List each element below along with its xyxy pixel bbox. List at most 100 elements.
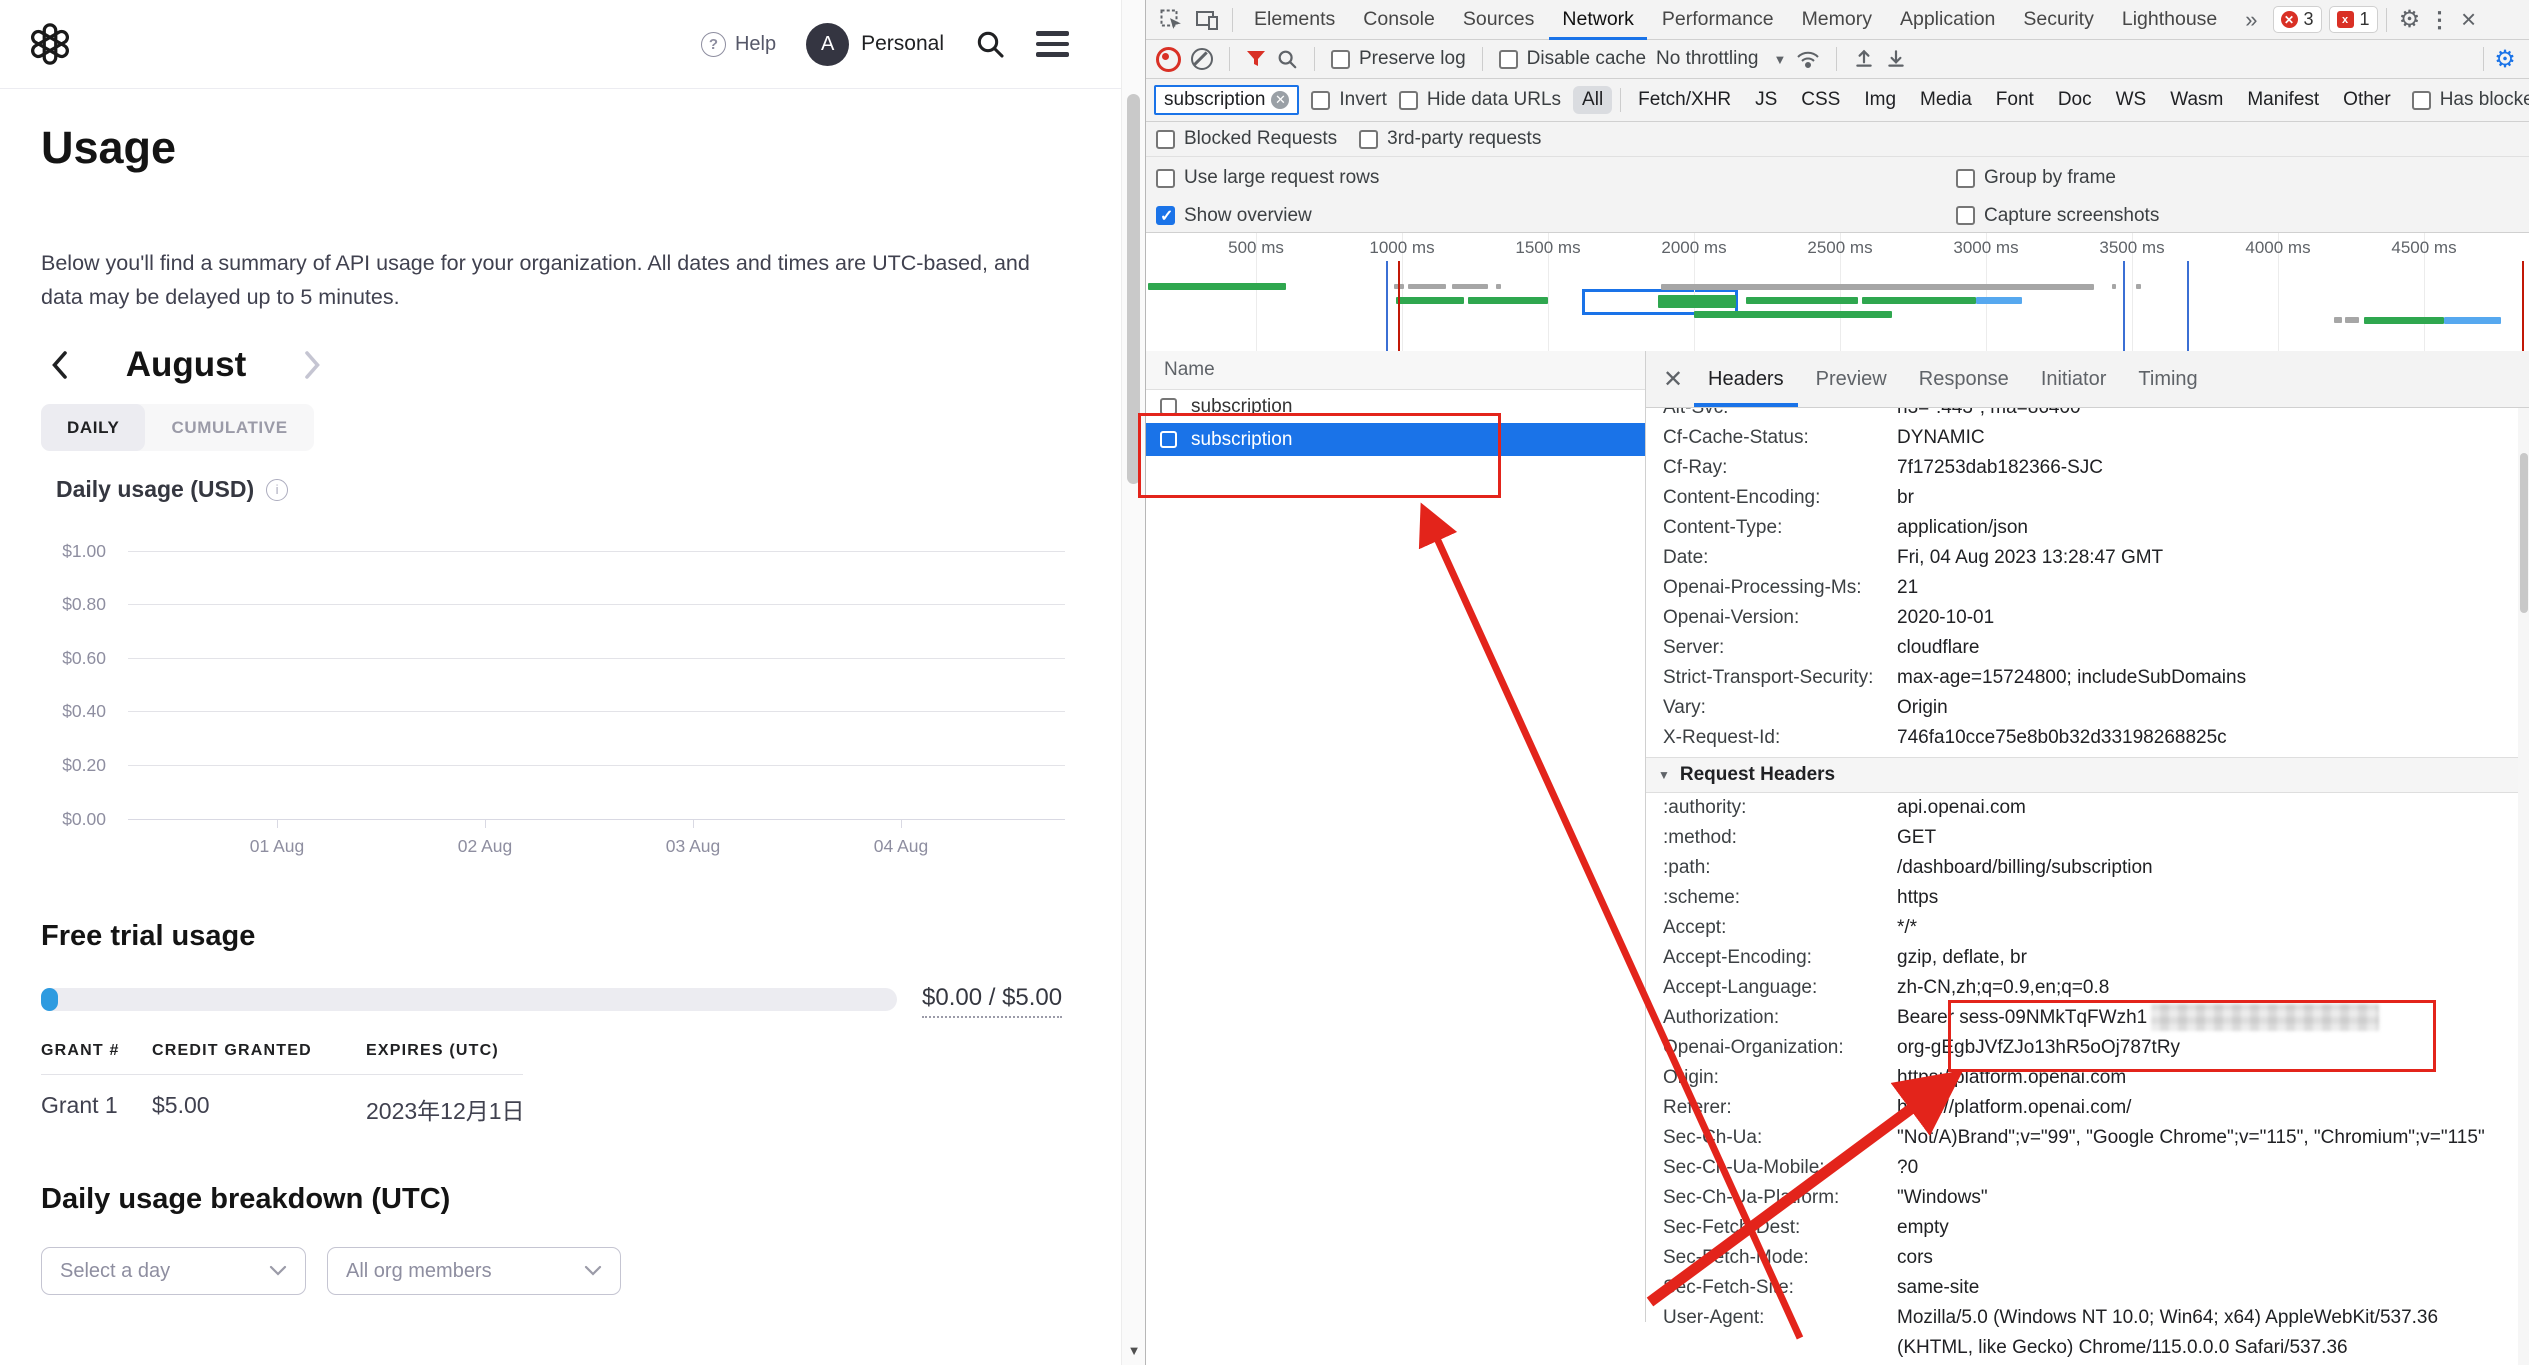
tab-initiator[interactable]: Initiator — [2027, 351, 2121, 407]
free-trial-usage-text: $0.00 / $5.00 — [922, 984, 1062, 1018]
request-row-selected[interactable]: subscription — [1146, 423, 1645, 456]
next-month-icon[interactable] — [295, 347, 331, 383]
close-details-icon[interactable]: ✕ — [1656, 362, 1690, 396]
hide-data-urls-checkbox[interactable]: Hide data URLs — [1399, 89, 1561, 111]
org-members-select[interactable]: All org members — [327, 1247, 621, 1295]
tab-timing[interactable]: Timing — [2124, 351, 2211, 407]
capture-screenshots-checkbox[interactable]: Capture screenshots — [1956, 205, 2159, 227]
chip-media[interactable]: Media — [1911, 86, 1981, 114]
close-devtools-icon[interactable]: × — [2455, 4, 2483, 35]
tab-performance[interactable]: Performance — [1649, 0, 1787, 40]
prev-month-icon[interactable] — [41, 347, 77, 383]
tab-security[interactable]: Security — [2010, 0, 2106, 40]
page-scrollbar[interactable]: ▼ — [1121, 0, 1146, 1365]
disable-cache-checkbox[interactable]: Disable cache — [1499, 48, 1646, 70]
tab-headers[interactable]: Headers — [1694, 351, 1798, 407]
has-blocked-cookies-checkbox[interactable]: Has blocked cookies — [2412, 89, 2529, 111]
tab-application[interactable]: Application — [1887, 0, 2008, 40]
network-settings-gear-icon[interactable]: ⚙ — [2490, 45, 2520, 74]
scrollbar-down-icon[interactable]: ▼ — [1122, 1335, 1146, 1365]
chip-font[interactable]: Font — [1987, 86, 2043, 114]
record-icon[interactable] — [1156, 47, 1181, 72]
settings-gear-icon[interactable]: ⚙ — [2395, 5, 2425, 34]
headers-content[interactable]: Alt-Svc:h3=":443"; ma=86400Cf-Cache-Stat… — [1646, 408, 2529, 1365]
overview-tick: 3000 ms — [1941, 238, 2031, 258]
page-intro: Below you'll find a summary of API usage… — [41, 246, 1051, 314]
tab-sources[interactable]: Sources — [1450, 0, 1548, 40]
waterfall-bar — [1396, 297, 1464, 304]
chip-fetch-xhr[interactable]: Fetch/XHR — [1629, 86, 1740, 114]
third-party-checkbox[interactable]: 3rd-party requests — [1359, 128, 1541, 150]
help-button[interactable]: ? Help — [701, 32, 776, 57]
tab-elements[interactable]: Elements — [1241, 0, 1348, 40]
header-row: Accept-Encoding:gzip, deflate, br — [1646, 943, 2529, 973]
chip-js[interactable]: JS — [1746, 86, 1786, 114]
tab-console[interactable]: Console — [1350, 0, 1448, 40]
filter-input[interactable]: subscription ✕ — [1154, 85, 1299, 115]
tab-daily[interactable]: DAILY — [41, 404, 145, 451]
chevron-down-icon — [269, 1265, 287, 1277]
devtools-tabbar: Elements Console Sources Network Perform… — [1146, 0, 2529, 40]
chip-wasm[interactable]: Wasm — [2161, 86, 2232, 114]
chip-manifest[interactable]: Manifest — [2238, 86, 2328, 114]
waterfall-bar — [2334, 317, 2342, 323]
header-row: Referer:https://platform.openai.com/ — [1646, 1093, 2529, 1123]
chip-other[interactable]: Other — [2334, 86, 2400, 114]
waterfall-bar — [2136, 284, 2141, 289]
large-rows-checkbox[interactable]: Use large request rows — [1156, 167, 1379, 189]
clear-icon[interactable] — [1191, 48, 1213, 70]
row-checkbox[interactable] — [1160, 431, 1177, 448]
export-har-icon[interactable] — [1885, 48, 1907, 70]
chip-css[interactable]: CSS — [1792, 86, 1849, 114]
scrollbar-thumb[interactable] — [1127, 94, 1140, 484]
chip-all[interactable]: All — [1573, 86, 1612, 114]
search-icon[interactable] — [974, 28, 1006, 60]
throttling-select[interactable]: No throttling ▼ — [1656, 48, 1786, 70]
y-tick: $0.40 — [30, 701, 106, 722]
details-scrollbar[interactable] — [2518, 408, 2529, 1365]
device-toolbar-icon[interactable] — [1190, 9, 1224, 31]
tab-response[interactable]: Response — [1905, 351, 2023, 407]
kebab-menu-icon[interactable]: ⋮ — [2427, 7, 2453, 33]
network-conditions-icon[interactable] — [1796, 49, 1820, 69]
row-checkbox[interactable] — [1160, 398, 1177, 415]
clear-filter-icon[interactable]: ✕ — [1271, 91, 1289, 109]
info-icon[interactable]: i — [266, 479, 288, 501]
menu-icon[interactable] — [1036, 31, 1069, 57]
openai-logo-icon[interactable] — [27, 21, 73, 67]
blocked-requests-checkbox[interactable]: Blocked Requests — [1156, 128, 1337, 150]
chip-img[interactable]: Img — [1855, 86, 1905, 114]
filter-icon[interactable] — [1246, 50, 1266, 68]
chip-doc[interactable]: Doc — [2049, 86, 2101, 114]
inspect-element-icon[interactable] — [1154, 9, 1188, 31]
day-select[interactable]: Select a day — [41, 1247, 306, 1295]
tab-cumulative[interactable]: CUMULATIVE — [145, 404, 313, 451]
account-button[interactable]: A Personal — [806, 23, 944, 66]
timeline-marker — [1398, 261, 1400, 351]
group-by-frame-checkbox[interactable]: Group by frame — [1956, 167, 2116, 189]
header-row: :path:/dashboard/billing/subscription — [1646, 853, 2529, 883]
request-row[interactable]: subscription — [1146, 390, 1645, 423]
tab-lighthouse[interactable]: Lighthouse — [2109, 0, 2230, 40]
tab-network[interactable]: Network — [1549, 0, 1647, 40]
search-network-icon[interactable] — [1276, 48, 1298, 70]
issues-badge[interactable]: x 1 — [2329, 6, 2378, 33]
timeline-marker — [2123, 261, 2125, 351]
network-overview[interactable]: 500 ms1000 ms1500 ms2000 ms2500 ms3000 m… — [1146, 233, 2529, 352]
import-har-icon[interactable] — [1853, 48, 1875, 70]
network-toolbar: Preserve log Disable cache No throttling… — [1146, 40, 2529, 79]
header-row: Openai-Organization:org-gEgbJVfZJo13hR5o… — [1646, 1033, 2529, 1063]
timeline-marker — [2522, 261, 2524, 351]
invert-checkbox[interactable]: Invert — [1311, 89, 1387, 111]
show-overview-checkbox[interactable]: Show overview — [1156, 205, 1312, 227]
preserve-log-checkbox[interactable]: Preserve log — [1331, 48, 1466, 70]
more-tabs-icon[interactable]: » — [2232, 0, 2270, 40]
waterfall-bar — [1661, 284, 2094, 290]
tab-memory[interactable]: Memory — [1789, 0, 1885, 40]
chip-ws[interactable]: WS — [2107, 86, 2156, 114]
tab-preview[interactable]: Preview — [1802, 351, 1901, 407]
name-column-header[interactable]: Name — [1146, 351, 1645, 390]
request-headers-section[interactable]: ▼Request Headers — [1646, 757, 2529, 793]
month-navigation: August — [41, 342, 331, 388]
errors-badge[interactable]: ✕ 3 — [2273, 6, 2322, 33]
